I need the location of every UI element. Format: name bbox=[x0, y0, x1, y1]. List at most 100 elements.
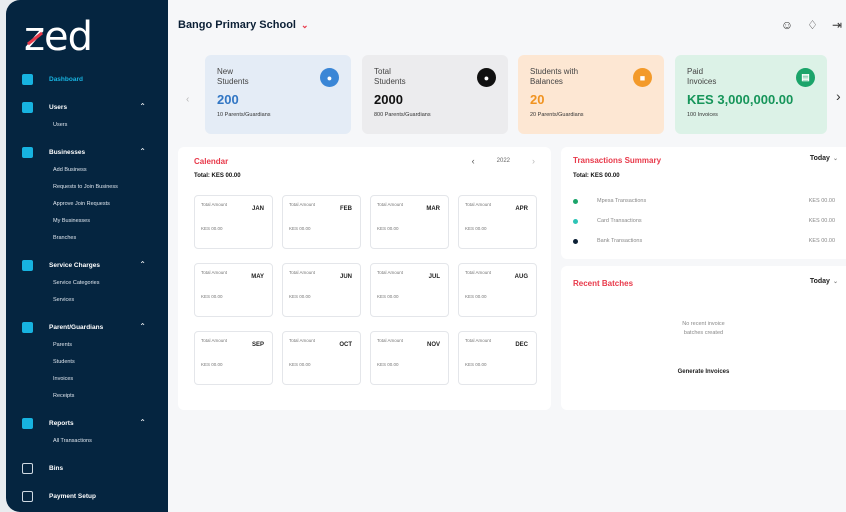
generate-invoices-button[interactable]: Generate Invoices bbox=[561, 369, 846, 375]
month-amount: KES 00.00 bbox=[465, 226, 487, 231]
sidebar-subitem[interactable]: All Transactions bbox=[6, 432, 168, 449]
chevron-up-icon[interactable]: ⌃ bbox=[139, 260, 146, 269]
month-amount-label: Total Amount bbox=[465, 202, 492, 207]
month-amount-label: Total Amount bbox=[289, 338, 316, 343]
month-card-dec[interactable]: Total Amount DEC KES 00.00 bbox=[458, 331, 537, 385]
sidebar-subitem[interactable]: Add Business bbox=[6, 161, 168, 178]
carousel-prev-icon[interactable]: ‹ bbox=[186, 94, 189, 105]
month-card-jul[interactable]: Total Amount JUL KES 00.00 bbox=[370, 263, 449, 317]
building-icon bbox=[22, 146, 33, 158]
month-amount: KES 00.00 bbox=[377, 226, 399, 231]
month-card-sep[interactable]: Total Amount SEP KES 00.00 bbox=[194, 331, 273, 385]
calendar-title: Calendar bbox=[194, 157, 229, 166]
month-amount: KES 00.00 bbox=[289, 362, 311, 367]
sidebar-subitem[interactable]: Parents bbox=[6, 336, 168, 353]
transactions-period-select[interactable]: Today ⌄ bbox=[810, 155, 838, 162]
chevron-left-icon[interactable]: ‹ bbox=[472, 156, 475, 166]
month-card-jun[interactable]: Total Amount JUN KES 00.00 bbox=[282, 263, 361, 317]
sidebar-item-businesses[interactable]: Businesses ⌃ bbox=[6, 143, 168, 161]
zed-logo[interactable]: zed bbox=[24, 14, 93, 60]
month-card-oct[interactable]: Total Amount OCT KES 00.00 bbox=[282, 331, 361, 385]
month-amount: KES 00.00 bbox=[201, 362, 223, 367]
month-card-may[interactable]: Total Amount MAY KES 00.00 bbox=[194, 263, 273, 317]
transaction-label: Card Transactions bbox=[597, 218, 642, 224]
sidebar-item-label: Parent/Guardians bbox=[49, 323, 104, 331]
sidebar-subitem[interactable]: Services bbox=[6, 291, 168, 308]
month-card-feb[interactable]: Total Amount FEB KES 00.00 bbox=[282, 195, 361, 249]
month-name: APR bbox=[515, 206, 528, 212]
payment-icon bbox=[22, 490, 33, 502]
sidebar-item-bins[interactable]: Bins bbox=[6, 459, 168, 477]
sidebar-item-label: Users bbox=[49, 103, 68, 111]
chevron-up-icon[interactable]: ⌃ bbox=[139, 102, 146, 111]
sidebar-item-service-charges[interactable]: Service Charges ⌃ bbox=[6, 256, 168, 274]
chevron-up-icon[interactable]: ⌃ bbox=[139, 418, 146, 427]
month-amount: KES 00.00 bbox=[289, 226, 311, 231]
carousel-next-icon[interactable]: › bbox=[836, 88, 841, 104]
month-amount: KES 00.00 bbox=[465, 294, 487, 299]
stat-value: 20 bbox=[530, 92, 545, 107]
sidebar-item-parent-guardians[interactable]: Parent/Guardians ⌃ bbox=[6, 318, 168, 336]
sidebar-item-reports[interactable]: Reports ⌃ bbox=[6, 414, 168, 432]
month-name: JAN bbox=[251, 206, 264, 212]
header-actions: ☺ ♢ ⇥ bbox=[781, 18, 842, 32]
transaction-label: Bank Transactions bbox=[597, 238, 643, 244]
sidebar-subitem[interactable]: Receipts bbox=[6, 387, 168, 404]
month-amount-label: Total Amount bbox=[377, 202, 404, 207]
sidebar-item-label: Reports bbox=[49, 419, 74, 427]
sidebar-subitem[interactable]: Invoices bbox=[6, 370, 168, 387]
sidebar-subitem[interactable]: Service Categories bbox=[6, 274, 168, 291]
status-dot-icon bbox=[573, 218, 578, 224]
month-card-jan[interactable]: Total Amount JAN KES 00.00 bbox=[194, 195, 273, 249]
bell-icon[interactable]: ♢ bbox=[807, 18, 818, 32]
month-card-apr[interactable]: Total Amount APR KES 00.00 bbox=[458, 195, 537, 249]
month-amount: KES 00.00 bbox=[465, 362, 487, 367]
school-selector[interactable]: Bango Primary School ⌄ bbox=[178, 19, 309, 31]
month-name: FEB bbox=[340, 206, 352, 212]
sidebar-subitem[interactable]: My Businesses bbox=[6, 212, 168, 229]
sidebar-subitem[interactable]: Students bbox=[6, 353, 168, 370]
sidebar-item-label: Service Charges bbox=[49, 261, 100, 269]
month-amount-label: Total Amount bbox=[377, 270, 404, 275]
month-card-mar[interactable]: Total Amount MAR KES 00.00 bbox=[370, 195, 449, 249]
sidebar-item-users[interactable]: Users ⌃ bbox=[6, 98, 168, 116]
recent-batches-title: Recent Batches bbox=[573, 279, 634, 288]
month-name: AUG bbox=[514, 274, 528, 280]
month-amount-label: Total Amount bbox=[377, 338, 404, 343]
logout-icon[interactable]: ⇥ bbox=[832, 18, 842, 32]
month-card-aug[interactable]: Total Amount AUG KES 00.00 bbox=[458, 263, 537, 317]
invoice-icon: ▤ bbox=[796, 68, 815, 87]
stat-sub: 100 Invoices bbox=[687, 112, 718, 118]
chevron-down-icon: ⌄ bbox=[300, 20, 309, 30]
user-icon[interactable]: ☺ bbox=[781, 18, 793, 32]
status-dot-icon bbox=[573, 198, 578, 204]
transactions-title: Transactions Summary bbox=[573, 156, 662, 165]
sidebar-item-dashboard[interactable]: Dashboard bbox=[6, 70, 168, 88]
sidebar-subitem[interactable]: Branches bbox=[6, 229, 168, 246]
chevron-up-icon[interactable]: ⌃ bbox=[139, 147, 146, 156]
month-amount-label: Total Amount bbox=[289, 270, 316, 275]
sidebar-subitem[interactable]: Requests to Join Business bbox=[6, 178, 168, 195]
year-label: 2022 bbox=[496, 158, 510, 164]
sidebar-subitem[interactable]: Users bbox=[6, 116, 168, 133]
month-name: NOV bbox=[426, 342, 440, 348]
sidebar-item-label: Bins bbox=[49, 464, 64, 472]
stat-card-new-students[interactable]: New Students 200 10 Parents/Guardians ● bbox=[205, 55, 351, 134]
month-amount: KES 00.00 bbox=[201, 294, 223, 299]
sidebar-subitem[interactable]: Approve Join Requests bbox=[6, 195, 168, 212]
month-card-nov[interactable]: Total Amount NOV KES 00.00 bbox=[370, 331, 449, 385]
month-amount: KES 00.00 bbox=[289, 294, 311, 299]
chevron-up-icon[interactable]: ⌃ bbox=[139, 322, 146, 331]
stat-card-total-students[interactable]: Total Students 2000 800 Parents/Guardians… bbox=[362, 55, 508, 134]
chevron-right-icon[interactable]: › bbox=[532, 156, 535, 166]
month-name: JUL bbox=[428, 274, 440, 280]
sidebar: zed Dashboard Users ⌃ Users Businesses ⌃ Add B… bbox=[6, 0, 168, 512]
batches-period-select[interactable]: Today ⌄ bbox=[810, 278, 838, 285]
stat-card-paid-invoices[interactable]: Paid Invoices KES 3,000,000.00 100 Invoic… bbox=[675, 55, 827, 134]
stat-value: 200 bbox=[217, 92, 239, 107]
month-amount: KES 00.00 bbox=[377, 294, 399, 299]
user-icon: ● bbox=[320, 68, 339, 87]
transaction-amount: KES 00.00 bbox=[808, 218, 835, 224]
sidebar-item-payment-setup[interactable]: Payment Setup bbox=[6, 487, 168, 505]
stat-card-students-with-balances[interactable]: Students with Balances 20 20 Parents/Guar… bbox=[518, 55, 664, 134]
